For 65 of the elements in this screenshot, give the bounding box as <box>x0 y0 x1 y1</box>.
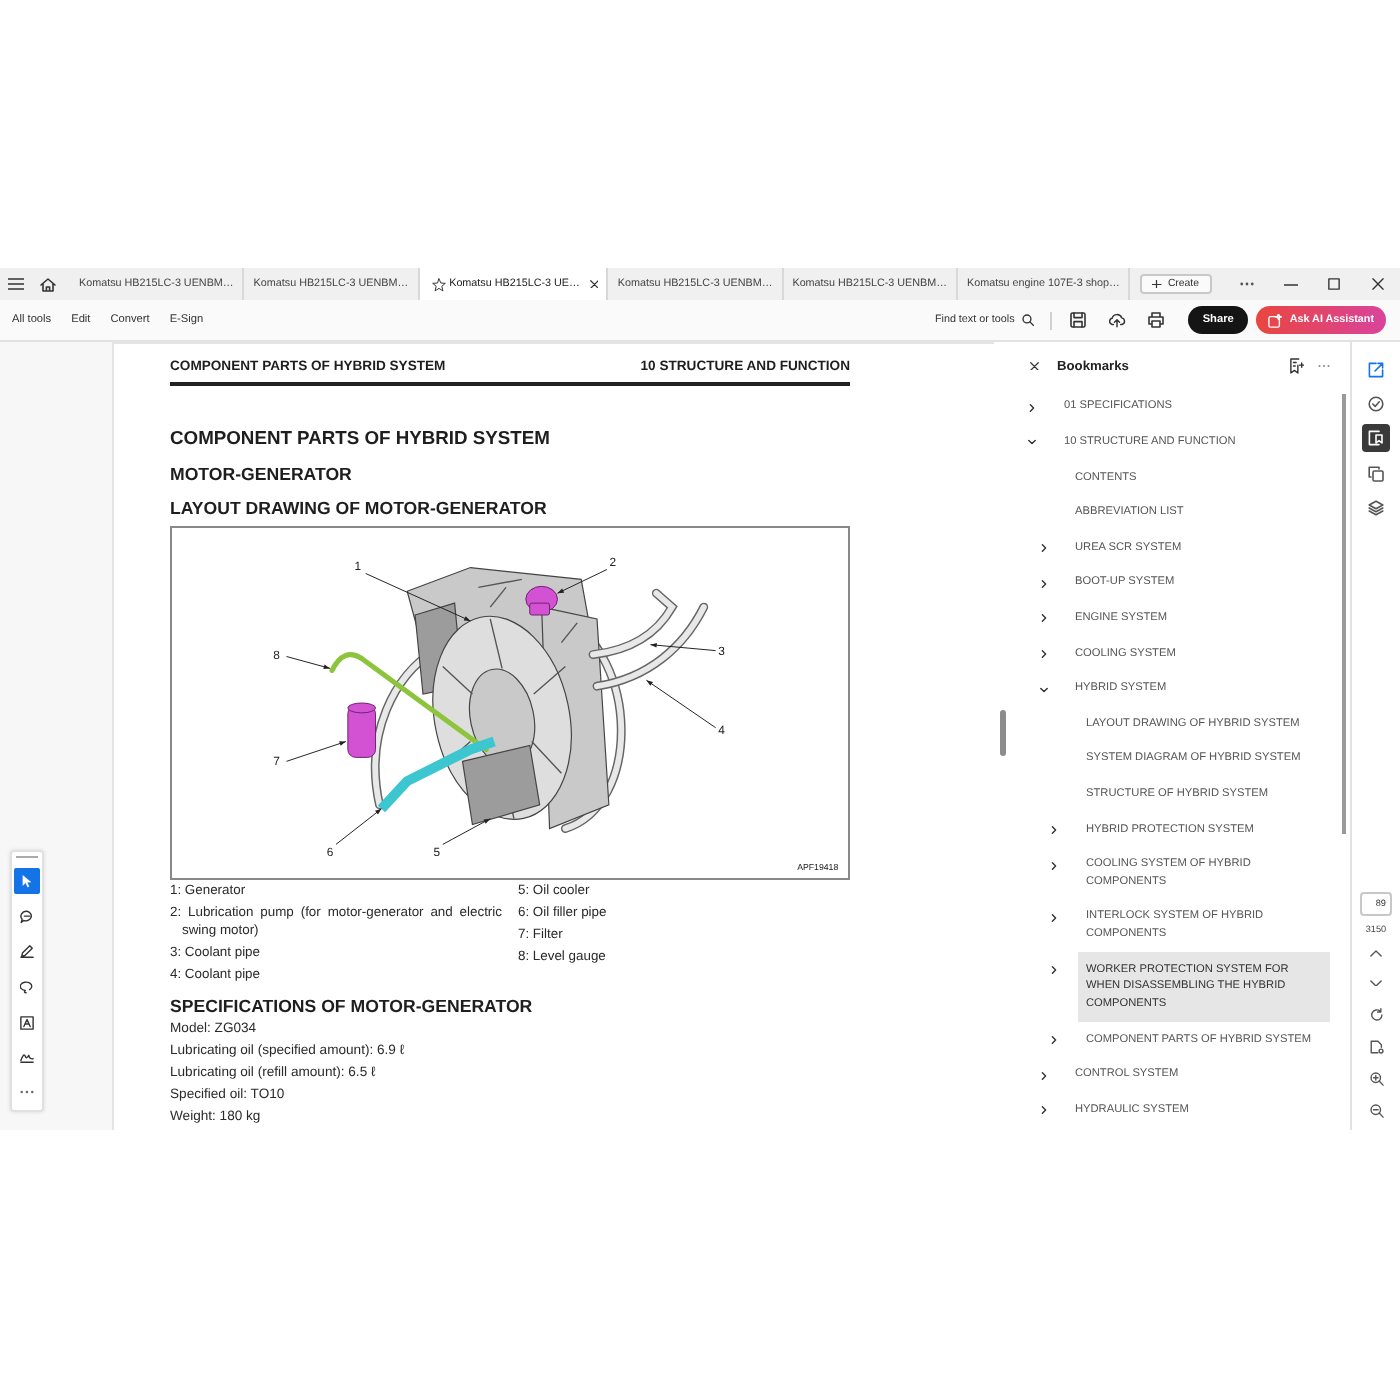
minimize-icon[interactable] <box>1284 283 1298 285</box>
chevron-right-icon[interactable] <box>1039 614 1047 623</box>
leader-line <box>335 807 382 844</box>
comment-icon <box>20 909 34 924</box>
leader-line <box>365 572 471 621</box>
layers-icon <box>1368 500 1384 517</box>
chevron-right-icon[interactable] <box>1039 1071 1047 1080</box>
chevron-right-icon[interactable] <box>1028 403 1036 412</box>
zoom-in-icon[interactable] <box>1369 1072 1383 1086</box>
chevron-right-icon[interactable] <box>1050 861 1058 870</box>
lasso-icon <box>20 979 34 994</box>
maximize-icon[interactable] <box>1328 278 1340 290</box>
search-icon <box>1022 314 1035 326</box>
save-icon[interactable] <box>1070 312 1087 328</box>
home-icon[interactable] <box>40 277 56 291</box>
coolant-pipe <box>588 587 677 658</box>
scrollbar[interactable] <box>1342 394 1345 834</box>
figure-heading: LAYOUT DRAWING OF MOTOR-GENERATOR <box>170 497 549 517</box>
panel-button[interactable] <box>1362 424 1390 453</box>
chevron-right-icon[interactable] <box>1050 825 1058 834</box>
oil-filler-pipe <box>377 735 496 812</box>
leader-line <box>286 655 331 668</box>
lubrication-pump <box>525 584 558 615</box>
cursor-icon <box>20 874 34 889</box>
coolant-pipe <box>592 601 709 690</box>
leader-line <box>286 740 347 761</box>
more-icon <box>20 1090 34 1095</box>
refresh-icon[interactable] <box>1369 1008 1383 1022</box>
cloud-upload-icon[interactable] <box>1108 312 1127 328</box>
sparkle-icon <box>1267 313 1282 327</box>
chevron-right-icon[interactable] <box>1039 544 1047 553</box>
pages-icon <box>1368 465 1384 482</box>
leader-line <box>556 568 608 593</box>
leader-line <box>442 817 491 844</box>
plus-icon <box>1152 279 1162 289</box>
close-icon[interactable] <box>1372 278 1384 290</box>
chevron-up-icon[interactable] <box>1370 950 1382 957</box>
filter <box>347 701 377 757</box>
page-edit-icon <box>1368 361 1384 378</box>
bookmark-add-icon[interactable] <box>1290 358 1304 374</box>
chevron-right-icon[interactable] <box>1050 1036 1058 1045</box>
page-settings-icon[interactable] <box>1369 1040 1383 1054</box>
leader-line <box>645 678 717 728</box>
chevron-right-icon[interactable] <box>1050 966 1058 975</box>
bookmark-page-icon <box>1368 430 1384 447</box>
chevron-right-icon[interactable] <box>1039 579 1047 588</box>
leader-line <box>649 641 717 651</box>
chevron-right-icon[interactable] <box>1039 649 1047 658</box>
close-icon[interactable] <box>1030 361 1039 371</box>
close-icon[interactable] <box>589 279 599 289</box>
section-heading: SPECIFICATIONS OF MOTOR-GENERATOR <box>170 995 535 1015</box>
menu-icon[interactable] <box>8 278 24 290</box>
chevron-right-icon[interactable] <box>1050 913 1058 922</box>
chevron-down-icon[interactable] <box>1370 979 1382 986</box>
signature-icon <box>20 1050 34 1065</box>
circle-check-icon <box>1368 396 1384 413</box>
scrollbar[interactable] <box>1000 710 1006 756</box>
print-icon[interactable] <box>1148 312 1165 328</box>
star-icon[interactable] <box>431 277 446 291</box>
page-title: COMPONENT PARTS OF HYBRID SYSTEM <box>170 426 552 448</box>
text-box-icon <box>20 1015 34 1030</box>
section-heading: MOTOR-GENERATOR <box>170 463 354 483</box>
pencil-icon <box>20 944 34 959</box>
chevron-right-icon[interactable] <box>1039 1106 1047 1115</box>
zoom-out-icon[interactable] <box>1369 1104 1383 1118</box>
